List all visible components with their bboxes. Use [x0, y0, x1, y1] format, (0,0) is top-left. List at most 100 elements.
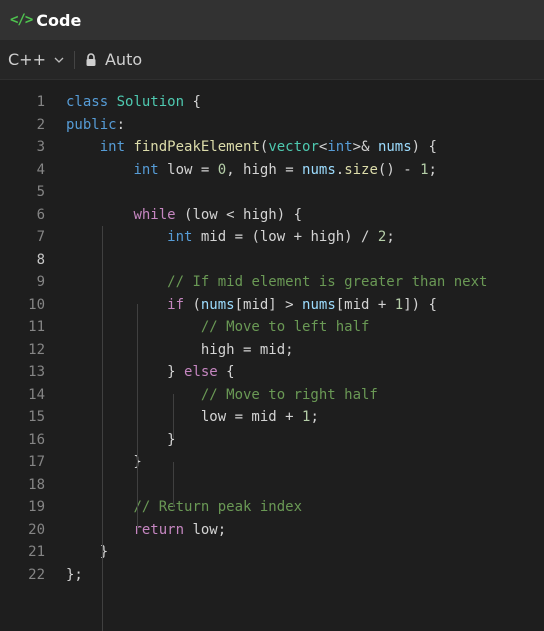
code-token: public — [66, 116, 117, 133]
code-text: } — [45, 541, 108, 564]
code-line[interactable]: 19 // Return peak index — [0, 496, 544, 519]
code-line[interactable]: 6 while (low < high) { — [0, 204, 544, 227]
code-line[interactable]: 22}; — [0, 564, 544, 587]
code-token: ) { — [411, 139, 437, 155]
line-number: 4 — [36, 161, 45, 178]
code-text: // If mid element is greater than next — [45, 271, 487, 294]
code-line[interactable]: 17 } — [0, 451, 544, 474]
toolbar-divider — [73, 50, 75, 69]
code-token: nums — [200, 296, 235, 313]
code-token: ; — [386, 229, 395, 245]
line-number: 12 — [28, 341, 45, 358]
code-text: int findPeakElement(vector<int>& nums) { — [45, 136, 437, 159]
code-line[interactable]: 1 class Solution { — [0, 91, 544, 114]
code-line[interactable]: 10 if (nums[mid] > nums[mid + 1]) { — [0, 294, 544, 317]
code-token: { — [217, 364, 235, 380]
line-number: 18 — [28, 476, 45, 493]
chevron-down-icon — [54, 57, 64, 63]
panel-header: </> Code — [0, 0, 544, 40]
code-token: low; — [184, 521, 227, 538]
code-line[interactable]: 14 // Move to right half — [0, 384, 544, 407]
code-token: // If mid element is greater than next — [167, 274, 488, 290]
code-line[interactable]: 2 public: — [0, 114, 544, 137]
code-line[interactable]: 18 — [0, 474, 544, 497]
code-token: ; — [310, 409, 319, 425]
code-line[interactable]: 8 — [0, 249, 544, 272]
code-token: int — [99, 139, 126, 155]
code-token: // Move to left half — [200, 319, 370, 335]
code-line[interactable]: 4 int low = 0, high = nums.size() - 1; — [0, 159, 544, 182]
line-number: 1 — [36, 94, 45, 110]
code-line[interactable]: 21 } — [0, 541, 544, 564]
code-token: size — [344, 161, 378, 178]
code-token: int — [133, 161, 159, 178]
code-token: ( — [184, 296, 201, 313]
code-text: class Solution { — [45, 91, 201, 114]
code-line[interactable]: 11 // Move to left half — [0, 316, 544, 339]
code-line[interactable]: 16 } — [0, 429, 544, 452]
code-token: int — [327, 139, 353, 155]
line-number: 11 — [28, 319, 45, 335]
code-token: () - — [377, 161, 421, 178]
language-select[interactable]: C++ — [8, 50, 64, 69]
code-token: nums — [302, 296, 336, 313]
code-token: 1 — [394, 296, 404, 313]
code-text: // Move to left half — [45, 316, 370, 339]
indent-guide — [173, 462, 174, 507]
line-number: 2 — [36, 116, 45, 133]
code-token: high = mid; — [66, 341, 294, 358]
code-editor[interactable]: 1 class Solution {2 public: 3 int findPeakE… — [0, 80, 544, 631]
code-token: else — [184, 364, 218, 380]
code-line[interactable]: 7 int mid = (low + high) / 2; — [0, 226, 544, 249]
code-text: low = mid + 1; — [45, 406, 319, 429]
line-number: 3 — [36, 139, 45, 155]
code-text: if (nums[mid] > nums[mid + 1]) { — [45, 294, 437, 317]
line-number: 5 — [36, 184, 45, 200]
code-line[interactable]: 20 return low; — [0, 519, 544, 542]
code-token: [mid + — [335, 296, 395, 313]
code-line[interactable]: 3 int findPeakElement(vector<int>& nums)… — [0, 136, 544, 159]
line-number: 7 — [36, 229, 45, 245]
panel-title: Code — [36, 10, 82, 30]
code-text: high = mid; — [45, 339, 294, 362]
code-token: 1 — [420, 161, 429, 178]
code-text: } else { — [45, 361, 235, 384]
code-token: 0 — [217, 161, 227, 178]
line-number: 10 — [28, 296, 45, 313]
line-number: 20 — [28, 521, 45, 538]
code-line[interactable]: 15 low = mid + 1; — [0, 406, 544, 429]
code-text: public: — [45, 114, 125, 137]
line-number: 6 — [36, 206, 45, 223]
auto-mode-indicator[interactable]: Auto — [85, 50, 142, 69]
code-token: nums — [377, 139, 412, 155]
line-number: 22 — [28, 566, 45, 583]
code-line[interactable]: 13 } else { — [0, 361, 544, 384]
code-text: while (low < high) { — [45, 204, 302, 227]
indent-guide — [137, 304, 138, 529]
line-number: 19 — [28, 499, 45, 515]
indent-guide — [173, 394, 174, 439]
line-number: 14 — [28, 386, 45, 403]
code-token: } — [66, 364, 185, 380]
code-text: } — [45, 451, 141, 474]
code-line[interactable]: 9 // If mid element is greater than next — [0, 271, 544, 294]
code-icon: </> — [10, 12, 33, 28]
code-token: // Move to right half — [200, 386, 378, 403]
code-token: return — [133, 521, 185, 538]
code-token: ]) { — [403, 296, 437, 313]
code-line[interactable]: 12 high = mid; — [0, 339, 544, 362]
code-token: . — [335, 161, 345, 178]
code-line[interactable]: 5 — [0, 181, 544, 204]
